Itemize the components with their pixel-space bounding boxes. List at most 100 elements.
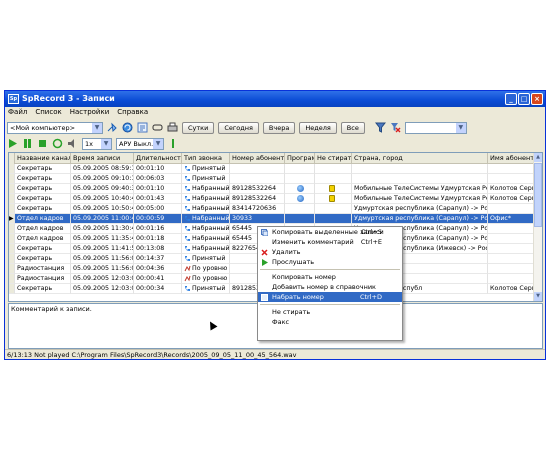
play-icon bbox=[261, 259, 268, 266]
vertical-scrollbar[interactable]: ▲ ▼ bbox=[533, 153, 542, 301]
cell-program bbox=[285, 194, 315, 204]
play-icon[interactable] bbox=[7, 138, 18, 149]
call-type-label: Набранный bbox=[192, 225, 230, 232]
context-menu-item[interactable]: Копировать выделенные записи Ctrl+S bbox=[258, 227, 402, 237]
cell-channel: Секретарь bbox=[15, 194, 71, 204]
marker-icon[interactable] bbox=[168, 138, 179, 149]
phone-icon bbox=[184, 255, 191, 262]
speaker-icon[interactable] bbox=[67, 138, 78, 149]
filter-day-button[interactable]: Сутки bbox=[182, 121, 215, 134]
cell-channel: Отдел кадров bbox=[15, 214, 71, 224]
cell-channel: Секретарь bbox=[15, 244, 71, 254]
column-header-keep[interactable]: Не стирать bbox=[315, 153, 352, 164]
connect-icon[interactable] bbox=[107, 122, 118, 133]
cell-keep bbox=[315, 164, 352, 174]
close-button[interactable]: × bbox=[531, 93, 543, 105]
cell-call-type: По уровню bbox=[182, 274, 230, 284]
link-icon[interactable] bbox=[152, 122, 163, 133]
maximize-button[interactable]: □ bbox=[518, 93, 530, 105]
cell-keep bbox=[315, 174, 352, 184]
title-bar[interactable]: Sp SpRecord 3 - Записи _ □ × bbox=[5, 91, 545, 107]
column-header-duration[interactable]: Длительность bbox=[134, 153, 182, 164]
cell-time: 05.09.2005 11:41:58 bbox=[71, 244, 134, 254]
cell-duration: 00:05:00 bbox=[134, 204, 182, 214]
status-bar: 6/13:13 Not played C:\Program Files\SpRe… bbox=[5, 349, 545, 359]
phone-icon bbox=[184, 215, 191, 222]
menu-item-label: Добавить номер в справочник bbox=[272, 283, 376, 291]
filter-icon[interactable] bbox=[374, 122, 386, 133]
cell-country: Удмуртская республика (Сарапул) -> Росси… bbox=[352, 214, 488, 224]
menu-bar: Файл Список Настройки Справка bbox=[5, 107, 545, 118]
menu-list[interactable]: Список bbox=[35, 107, 61, 118]
menu-file[interactable]: Файл bbox=[8, 107, 27, 118]
context-menu-item[interactable]: Прослушать bbox=[258, 257, 402, 267]
phone-icon bbox=[184, 165, 191, 172]
phone-icon bbox=[184, 175, 191, 182]
scroll-up-icon[interactable]: ▲ bbox=[534, 153, 542, 162]
column-header-country[interactable]: Страна, город bbox=[352, 153, 488, 164]
cell-country bbox=[352, 174, 488, 184]
column-header-call-type[interactable]: Тип звонка bbox=[182, 153, 230, 164]
table-row[interactable]: Секретарь 05.09.2005 10:50:43 00:05:00 Набр… bbox=[9, 204, 542, 214]
filter-yesterday-button[interactable]: Вчера bbox=[262, 121, 296, 134]
scroll-down-icon[interactable]: ▼ bbox=[534, 292, 542, 301]
cell-duration: 00:01:43 bbox=[134, 194, 182, 204]
agc-combo-value: АРУ Выкл. bbox=[119, 139, 154, 148]
computer-combo[interactable]: <Мой компьютер> ▼ bbox=[7, 121, 103, 134]
phone-icon bbox=[184, 225, 191, 232]
cell-keep bbox=[315, 204, 352, 214]
agc-combo[interactable]: АРУ Выкл. ▼ bbox=[116, 137, 164, 150]
print-icon[interactable] bbox=[167, 122, 178, 133]
cell-time: 05.09.2005 08:59:16 bbox=[71, 164, 134, 174]
context-menu-item[interactable]: Изменить комментарий Ctrl+E bbox=[258, 237, 402, 247]
column-header-number[interactable]: Номер абонента bbox=[230, 153, 285, 164]
stop-icon[interactable] bbox=[37, 138, 48, 149]
filter-all-button[interactable]: Все bbox=[340, 121, 365, 134]
column-header-channel[interactable]: Название канала bbox=[15, 153, 71, 164]
context-menu-item[interactable]: Удалить bbox=[258, 247, 402, 257]
lock-icon[interactable] bbox=[329, 185, 335, 192]
column-header-time[interactable]: Время записи bbox=[71, 153, 134, 164]
lock-icon[interactable] bbox=[329, 195, 335, 202]
context-menu-item[interactable]: Не стирать bbox=[258, 307, 402, 317]
menu-help[interactable]: Справка bbox=[117, 107, 148, 118]
table-row[interactable]: ▶ Отдел кадров 05.09.2005 11:00:45 00:00:59… bbox=[9, 214, 542, 224]
filter-week-button[interactable]: Неделя bbox=[299, 121, 337, 134]
call-type-label: Набранный bbox=[192, 185, 230, 192]
minimize-button[interactable]: _ bbox=[505, 93, 517, 105]
table-row[interactable]: Секретарь 05.09.2005 09:10:19 00:06:03 Прин… bbox=[9, 174, 542, 184]
context-menu-item[interactable]: Копировать номер bbox=[258, 272, 402, 282]
pause-icon[interactable] bbox=[22, 138, 33, 149]
speed-combo[interactable]: 1x ▼ bbox=[82, 137, 112, 150]
table-row[interactable]: Секретарь 05.09.2005 09:40:37 00:01:10 Набр… bbox=[9, 184, 542, 194]
table-row[interactable]: Секретарь 05.09.2005 08:59:16 00:01:10 Прин… bbox=[9, 164, 542, 174]
context-menu-item[interactable]: Факс bbox=[258, 317, 402, 327]
repeat-icon[interactable] bbox=[52, 138, 63, 149]
cell-duration: 00:01:16 bbox=[134, 224, 182, 234]
settings-icon[interactable] bbox=[137, 122, 148, 133]
cell-time: 05.09.2005 10:40:40 bbox=[71, 194, 134, 204]
refresh-icon[interactable] bbox=[122, 122, 133, 133]
cell-channel: Радиостанция bbox=[15, 274, 71, 284]
cell-channel: Секретарь bbox=[15, 184, 71, 194]
globe-icon bbox=[297, 195, 304, 202]
phone-icon bbox=[184, 245, 191, 252]
scroll-thumb[interactable] bbox=[534, 163, 542, 227]
context-menu-item[interactable]: Добавить номер в справочник bbox=[258, 282, 402, 292]
right-combo[interactable]: ▼ bbox=[404, 121, 467, 134]
menu-item-label: Прослушать bbox=[272, 258, 315, 266]
cell-program bbox=[285, 174, 315, 184]
clear-filter-icon[interactable] bbox=[390, 122, 401, 133]
chevron-down-icon: ▼ bbox=[455, 122, 466, 133]
context-menu-item[interactable]: Набрать номер Ctrl+D bbox=[258, 292, 402, 302]
column-header-program[interactable]: Програм bbox=[285, 153, 315, 164]
cell-duration: 00:00:41 bbox=[134, 274, 182, 284]
filter-today-button[interactable]: Сегодня bbox=[218, 121, 259, 134]
cell-call-type: По уровню bbox=[182, 264, 230, 274]
app-icon: Sp bbox=[8, 94, 19, 104]
phone-icon bbox=[184, 235, 191, 242]
table-row[interactable]: Секретарь 05.09.2005 10:40:40 00:01:43 Набр… bbox=[9, 194, 542, 204]
cell-program bbox=[285, 204, 315, 214]
menu-item-shortcut: Ctrl+D bbox=[359, 293, 382, 301]
menu-settings[interactable]: Настройки bbox=[70, 107, 110, 118]
